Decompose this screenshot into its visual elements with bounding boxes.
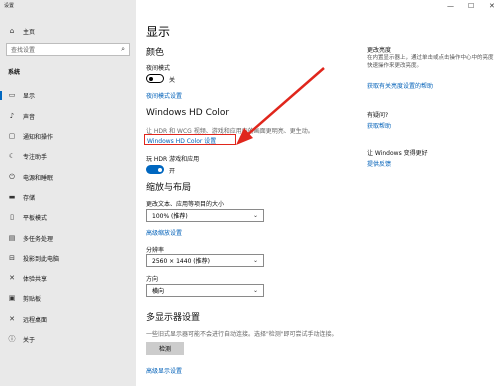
sidebar: 设置 ⌂ 主页 查找设置 ⌕ 系统 ▭ 显示 ♪ 声音 ▢ 通知和操作 ☾ 专注… [0, 0, 136, 386]
advanced-scaling-link[interactable]: 高级缩放设置 [146, 228, 182, 237]
sidebar-item-projecting[interactable]: ⊟ 投影到此电脑 [0, 252, 136, 265]
sidebar-item-display[interactable]: ▭ 显示 [0, 89, 136, 102]
sidebar-item-label: 主页 [23, 29, 36, 36]
speaker-icon: ♪ [9, 112, 15, 120]
search-input[interactable]: 查找设置 ⌕ [6, 43, 130, 56]
tablet-icon: ▯ [10, 213, 14, 221]
chevron-down-icon: ⌄ [252, 287, 258, 294]
resolution-dropdown[interactable]: 2560 × 1440 (推荐) ⌄ [146, 254, 264, 267]
share-icon: ✕ [9, 274, 15, 282]
sidebar-item-label: 远程桌面 [23, 317, 48, 324]
brightness-title: 更改亮度 [367, 47, 392, 54]
sidebar-item-shared-experiences[interactable]: ✕ 体验共享 [0, 272, 136, 285]
hdr-games-toggle[interactable] [146, 165, 164, 174]
question-title: 有疑问? [367, 112, 389, 119]
multi-display-heading: 多显示器设置 [146, 313, 201, 323]
advanced-display-link[interactable]: 高级显示设置 [146, 366, 182, 375]
sidebar-item-tablet[interactable]: ▯ 平板模式 [0, 211, 136, 224]
remote-icon: ✕ [9, 315, 15, 323]
chevron-down-icon: ⌄ [252, 257, 258, 264]
scale-heading: 缩放与布局 [146, 183, 192, 193]
storage-icon: ▬ [8, 193, 16, 201]
sidebar-item-label: 显示 [23, 93, 36, 100]
hdr-games-state: 开 [169, 168, 176, 175]
sidebar-item-label: 投影到此电脑 [23, 256, 60, 263]
sidebar-item-label: 专注助手 [23, 154, 48, 161]
hdr-games-label: 玩 HDR 游戏和应用 [146, 156, 200, 163]
sidebar-item-about[interactable]: ⓘ 关于 [0, 333, 136, 346]
power-icon: ⏻ [9, 173, 15, 181]
window-title: 设置 [4, 3, 15, 9]
clipboard-icon: ▣ [8, 294, 16, 302]
sidebar-item-label: 平板模式 [23, 215, 48, 222]
project-icon: ⊟ [9, 254, 15, 262]
sidebar-item-remote-desktop[interactable]: ✕ 远程桌面 [0, 313, 136, 326]
night-light-toggle[interactable] [146, 74, 164, 83]
sidebar-item-power[interactable]: ⏻ 电源和睡眠 [0, 171, 136, 184]
info-icon: ⓘ [8, 335, 16, 343]
multi-display-description: 一些旧式显示器可能不会进行自动连接。选择"检测"即可尝试手动连接。 [146, 331, 338, 338]
feedback-link[interactable]: 提供反馈 [367, 159, 391, 168]
get-help-link[interactable]: 获取帮助 [367, 121, 391, 130]
scale-value: 100% (推荐) [152, 213, 188, 220]
sidebar-item-label: 声音 [23, 114, 36, 121]
sidebar-item-notifications[interactable]: ▢ 通知和操作 [0, 130, 136, 143]
monitor-icon: ▭ [8, 91, 16, 99]
resolution-label: 分辨率 [146, 247, 165, 254]
sidebar-item-label: 存储 [23, 195, 36, 202]
maximize-icon[interactable]: ☐ [468, 2, 474, 10]
night-light-state: 关 [169, 77, 176, 84]
sidebar-item-label: 体验共享 [23, 276, 48, 283]
toggle-knob [149, 76, 153, 81]
orientation-value: 横向 [152, 288, 165, 295]
scale-dropdown[interactable]: 100% (推荐) ⌄ [146, 209, 264, 222]
highlight-box [144, 134, 236, 145]
sidebar-item-label: 多任务处理 [23, 236, 54, 243]
brightness-help-link[interactable]: 获取有关亮度设置的帮助 [367, 81, 433, 90]
brightness-text: 在内置显示器上，通过单击或点击操作中心中的亮度快速操作来更改亮度。 [367, 55, 494, 69]
page-title: 显示 [146, 25, 171, 39]
night-light-label: 夜间模式 [146, 65, 171, 72]
sidebar-item-multitasking[interactable]: ▤ 多任务处理 [0, 232, 136, 245]
orientation-label: 方向 [146, 276, 159, 283]
search-icon: ⌕ [121, 45, 125, 53]
sidebar-item-label: 关于 [23, 337, 36, 344]
sidebar-item-focus-assist[interactable]: ☾ 专注助手 [0, 150, 136, 163]
sidebar-item-home[interactable]: ⌂ 主页 [0, 25, 136, 38]
sidebar-item-label: 通知和操作 [23, 134, 54, 141]
sidebar-item-sound[interactable]: ♪ 声音 [0, 110, 136, 123]
orientation-dropdown[interactable]: 横向 ⌄ [146, 284, 264, 297]
chevron-down-icon: ⌄ [252, 212, 258, 219]
sidebar-item-clipboard[interactable]: ▣ 剪贴板 [0, 292, 136, 305]
toggle-knob [158, 167, 162, 172]
color-heading: 颜色 [146, 48, 165, 58]
sidebar-item-label: 电源和睡眠 [23, 175, 54, 182]
close-icon[interactable]: ✕ [489, 2, 495, 10]
moon-icon: ☾ [8, 152, 16, 160]
section-label: 系统 [8, 69, 21, 76]
search-placeholder: 查找设置 [11, 47, 36, 54]
scale-label: 更改文本、应用等项目的大小 [146, 201, 225, 208]
sidebar-item-label: 剪贴板 [23, 296, 42, 303]
minimize-icon[interactable]: — [447, 2, 454, 10]
home-icon: ⌂ [9, 27, 15, 35]
night-light-settings-link[interactable]: 夜间模式设置 [146, 91, 182, 100]
hdr-heading: Windows HD Color [146, 108, 230, 118]
multitask-icon: ▤ [8, 234, 16, 242]
detect-button[interactable]: 检测 [146, 342, 184, 355]
improve-title: 让 Windows 变得更好 [367, 150, 428, 157]
sidebar-item-storage[interactable]: ▬ 存储 [0, 191, 136, 204]
resolution-value: 2560 × 1440 (推荐) [152, 258, 210, 265]
message-icon: ▢ [8, 132, 16, 140]
